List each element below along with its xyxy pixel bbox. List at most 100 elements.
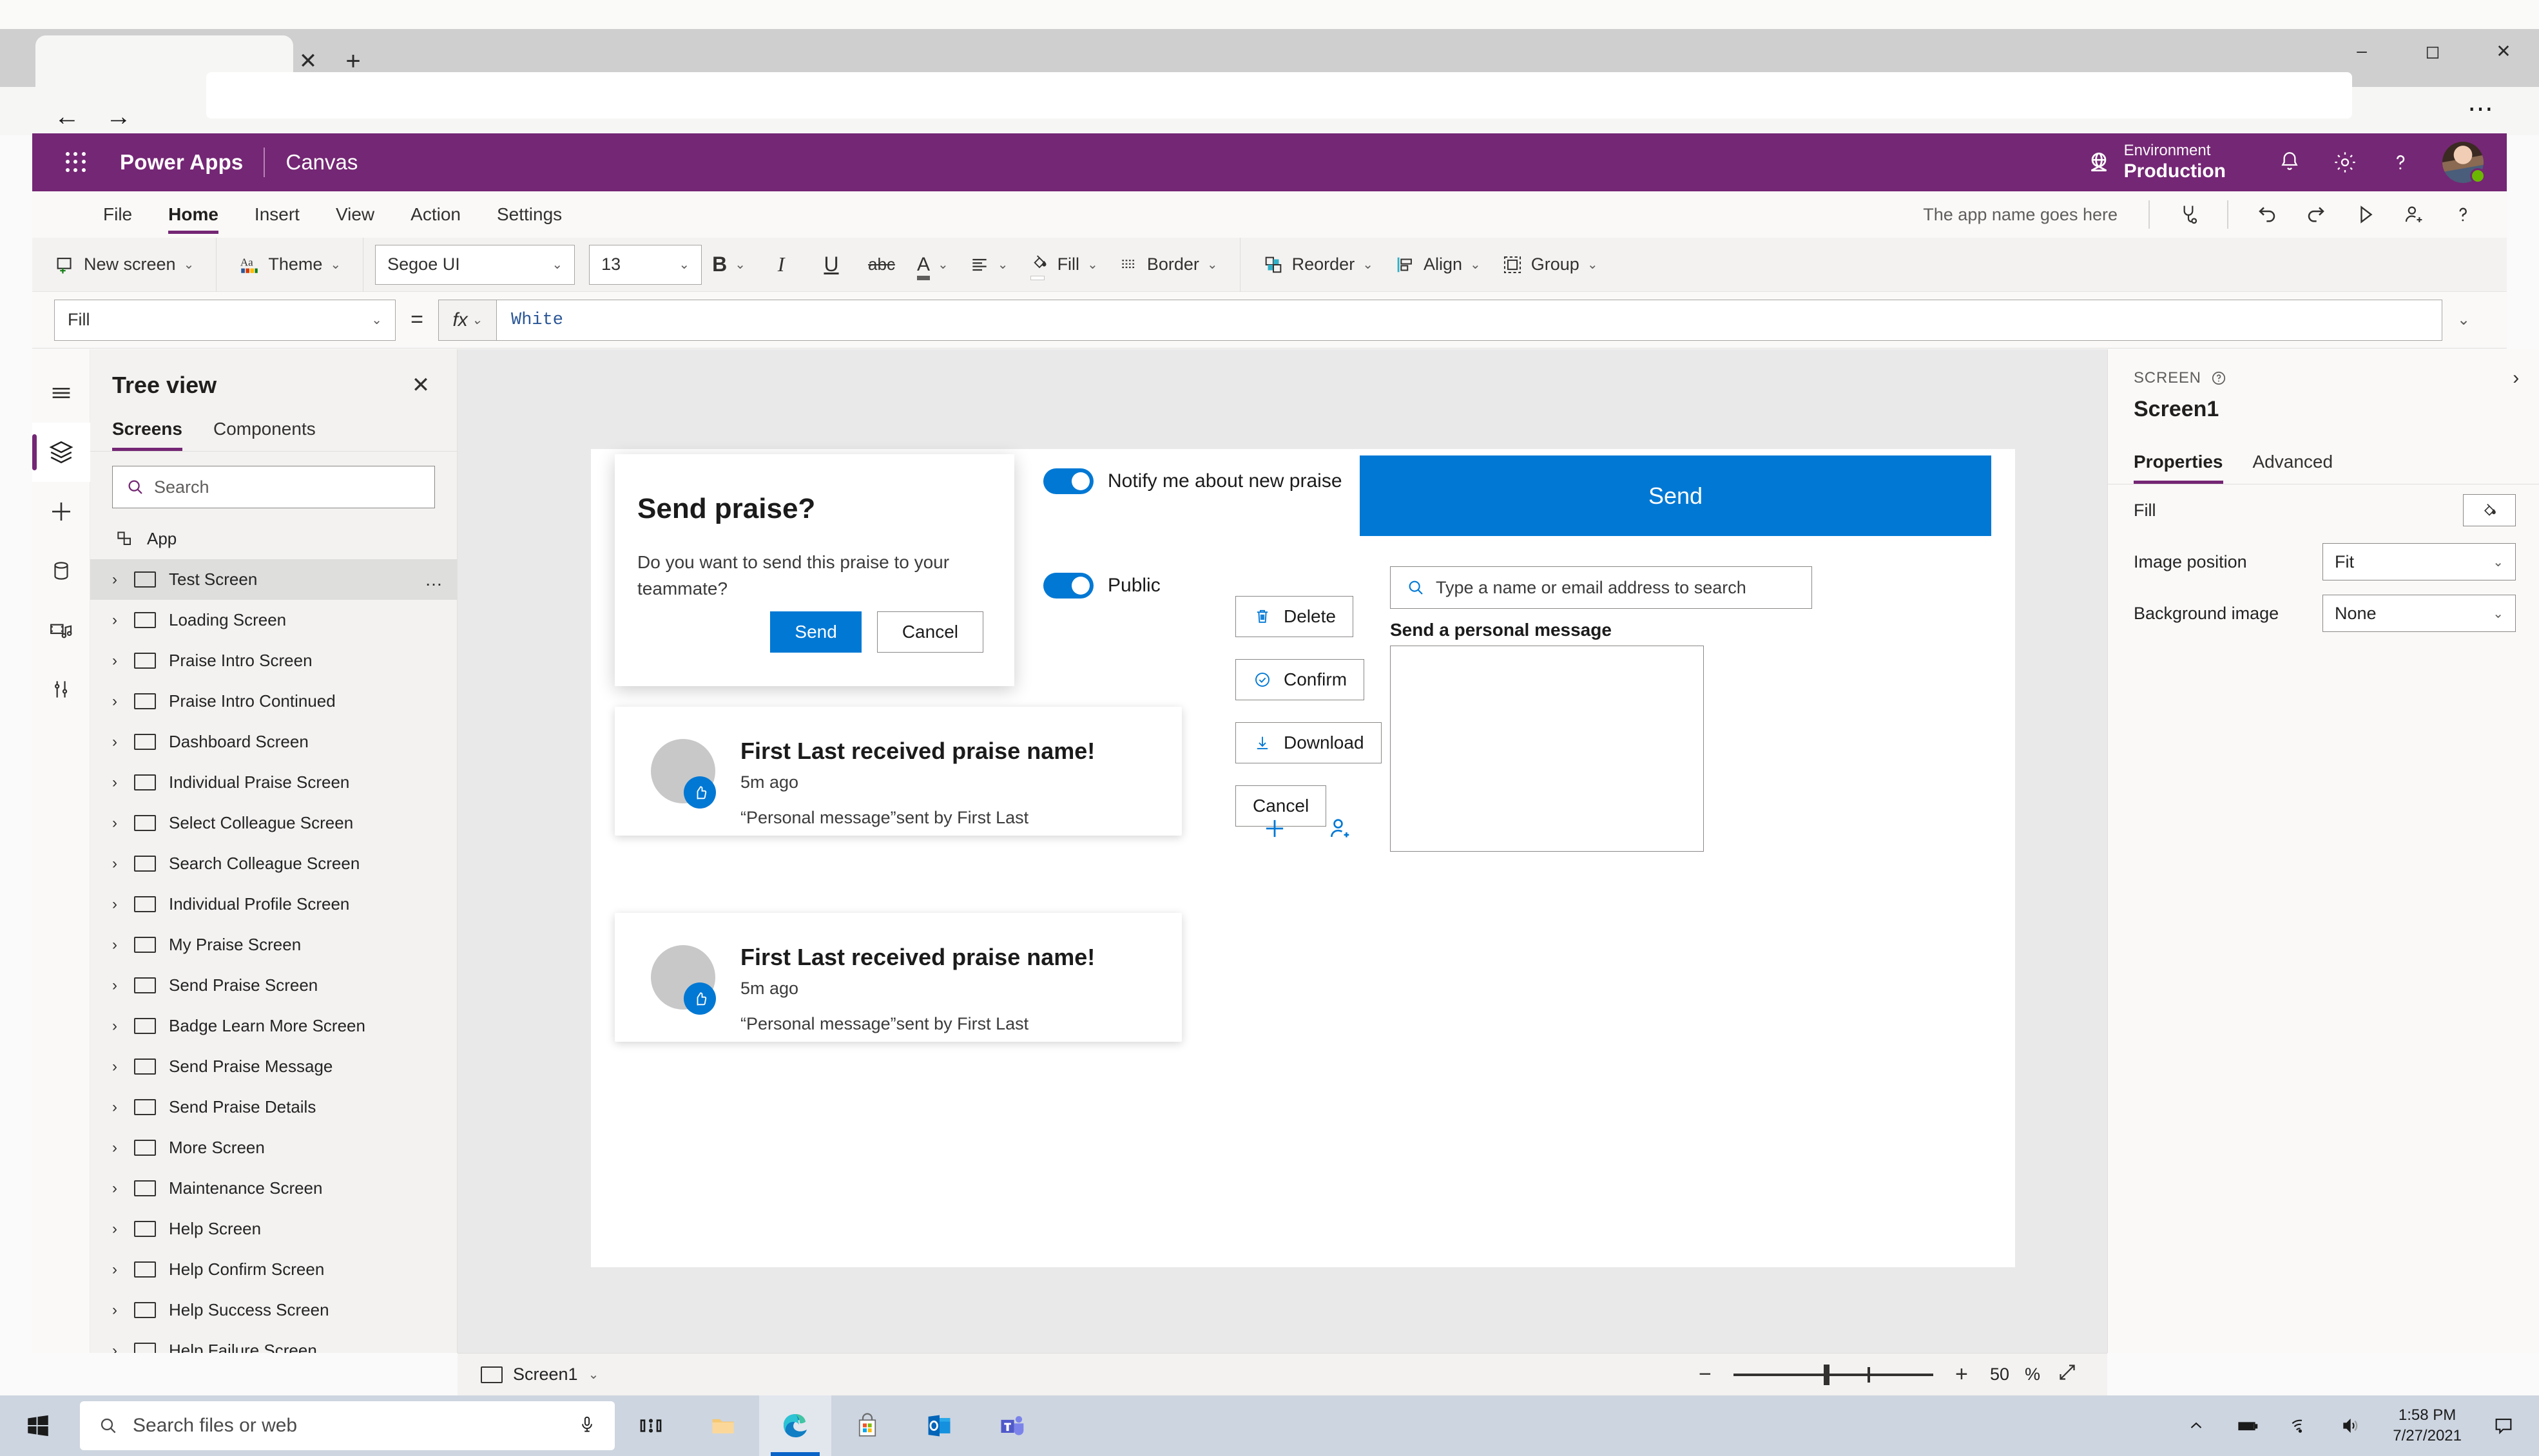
chevron-right-icon[interactable]: › <box>112 1261 134 1279</box>
tree-item-screen[interactable]: › Help Success Screen <box>90 1290 457 1330</box>
avatar[interactable] <box>2442 142 2486 184</box>
tab-settings[interactable]: Settings <box>479 191 580 238</box>
tree-item-screen[interactable]: › More Screen <box>90 1127 457 1168</box>
plus-icon[interactable]: + <box>1949 1362 1974 1387</box>
action-center-icon[interactable] <box>2480 1395 2527 1456</box>
minimize-icon[interactable]: – <box>2326 31 2397 71</box>
tree-item-screen[interactable]: › Maintenance Screen <box>90 1168 457 1209</box>
windows-logo-icon[interactable] <box>0 1395 76 1456</box>
tree-item-screen[interactable]: › Help Failure Screen <box>90 1330 457 1353</box>
tab-advanced[interactable]: Advanced <box>2253 445 2341 484</box>
chevron-right-icon[interactable]: › <box>112 1301 134 1319</box>
italic-button[interactable]: I <box>756 245 806 285</box>
chevron-right-icon[interactable]: › <box>112 1139 134 1157</box>
tree-item-screen[interactable]: › Test Screen… <box>90 559 457 600</box>
tree-item-screen[interactable]: › Send Praise Screen <box>90 965 457 1006</box>
strikethrough-button[interactable]: abc <box>856 245 907 285</box>
redo-icon[interactable] <box>2292 195 2341 235</box>
bold-button[interactable]: B ⌄ <box>702 245 756 285</box>
expand-diagonal-icon[interactable] <box>2056 1361 2079 1389</box>
gear-icon[interactable] <box>2317 135 2373 190</box>
tree-item-screen[interactable]: › Loading Screen <box>90 600 457 640</box>
tab-view[interactable]: View <box>318 191 392 238</box>
chevron-right-icon[interactable]: › <box>112 774 134 792</box>
tree-item-screen[interactable]: › Help Confirm Screen <box>90 1249 457 1290</box>
chevron-right-icon[interactable]: › <box>112 1220 134 1238</box>
background-image-select[interactable]: None ⌄ <box>2322 595 2516 632</box>
zoom-slider[interactable] <box>1733 1364 1933 1385</box>
dialog-cancel-button[interactable]: Cancel <box>876 611 983 653</box>
font-family-select[interactable]: Segoe UI ⌄ <box>375 244 575 285</box>
tree-view-layers-icon[interactable] <box>32 423 90 482</box>
tree-item-screen[interactable]: › Dashboard Screen <box>90 722 457 762</box>
reorder-button[interactable]: Reorder ⌄ <box>1252 245 1384 285</box>
tab-home[interactable]: Home <box>150 191 237 238</box>
delete-button[interactable]: Delete <box>1235 596 1353 637</box>
chevron-right-icon[interactable]: › <box>112 1342 134 1354</box>
screen-selector[interactable]: Screen1 ⌄ <box>458 1365 599 1384</box>
formula-input[interactable]: White <box>496 299 2442 341</box>
chevron-right-icon[interactable]: › <box>112 1058 134 1076</box>
app-screen-canvas[interactable]: Send praise? Do you want to send this pr… <box>591 449 2015 1267</box>
confirm-button[interactable]: Confirm <box>1235 659 1365 700</box>
more-options-icon[interactable]: … <box>425 570 444 590</box>
tree-item-screen[interactable]: › Send Praise Details <box>90 1087 457 1127</box>
chevron-right-icon[interactable]: › <box>112 896 134 914</box>
image-position-select[interactable]: Fit ⌄ <box>2322 543 2516 580</box>
fill-color-picker[interactable] <box>2463 494 2516 526</box>
praise-card[interactable]: First Last received praise name! 5m ago … <box>615 913 1182 1042</box>
tab-action[interactable]: Action <box>392 191 479 238</box>
add-plus-icon[interactable] <box>1261 815 1288 845</box>
chevron-right-icon[interactable]: › <box>112 652 134 670</box>
insert-plus-icon[interactable] <box>32 482 90 541</box>
zoom-slider-thumb[interactable] <box>1823 1364 1829 1385</box>
outlook-icon[interactable] <box>903 1395 976 1456</box>
dialog-send-button[interactable]: Send <box>770 611 862 653</box>
ellipsis-icon[interactable]: ⋯ <box>2462 90 2500 128</box>
tree-item-screen[interactable]: › Search Colleague Screen <box>90 843 457 884</box>
tree-item-screen[interactable]: › Individual Profile Screen <box>90 884 457 924</box>
minus-icon[interactable]: − <box>1692 1362 1718 1387</box>
tab-components[interactable]: Components <box>213 410 326 451</box>
environment-picker[interactable]: Environment Production <box>2084 142 2226 184</box>
chevron-right-icon[interactable]: › <box>112 814 134 832</box>
windows-search-input[interactable]: Search files or web <box>80 1401 615 1450</box>
tab-file[interactable]: File <box>85 191 150 238</box>
theme-button[interactable]: Aa Theme ⌄ <box>228 245 351 285</box>
people-search-input[interactable]: Type a name or email address to search <box>1390 566 1812 609</box>
tree-item-screen[interactable]: › Badge Learn More Screen <box>90 1006 457 1046</box>
chevron-down-icon[interactable]: ⌄ <box>2442 300 2485 341</box>
fill-button[interactable]: Fill ⌄ <box>1019 245 1108 285</box>
tree-item-screen[interactable]: › Help Screen <box>90 1209 457 1249</box>
microphone-icon[interactable] <box>577 1415 597 1437</box>
arrow-left-icon[interactable]: ← <box>48 99 86 135</box>
help-icon[interactable] <box>2438 195 2487 235</box>
tree-item-screen[interactable]: › My Praise Screen <box>90 924 457 965</box>
chevron-right-icon[interactable]: › <box>112 733 134 751</box>
tab-properties[interactable]: Properties <box>2134 445 2231 484</box>
chevron-right-icon[interactable]: › <box>112 693 134 711</box>
hamburger-menu-icon[interactable] <box>32 363 90 423</box>
undo-icon[interactable] <box>2243 195 2292 235</box>
praise-card[interactable]: First Last received praise name! 5m ago … <box>615 707 1182 836</box>
chevron-right-icon[interactable]: › <box>112 977 134 995</box>
chevron-right-icon[interactable]: › <box>112 1180 134 1198</box>
file-explorer-icon[interactable] <box>687 1395 759 1456</box>
group-button[interactable]: Group ⌄ <box>1491 245 1608 285</box>
tree-item-screen[interactable]: › Send Praise Message <box>90 1046 457 1087</box>
property-select[interactable]: Fill ⌄ <box>54 299 396 341</box>
clock[interactable]: 1:58 PM 7/27/2021 <box>2379 1405 2476 1447</box>
tab-insert[interactable]: Insert <box>237 191 318 238</box>
chevron-right-icon[interactable]: › <box>112 571 134 589</box>
show-hidden-icons-icon[interactable] <box>2172 1395 2220 1456</box>
tab-screens[interactable]: Screens <box>112 410 193 451</box>
border-button[interactable]: Border ⌄ <box>1108 245 1228 285</box>
question-icon[interactable] <box>2373 135 2428 190</box>
tree-item-screen[interactable]: › Praise Intro Continued <box>90 681 457 722</box>
send-button[interactable]: Send <box>1360 455 1991 536</box>
advanced-tools-icon[interactable] <box>32 660 90 719</box>
data-cylinder-icon[interactable] <box>32 541 90 600</box>
app-checker-icon[interactable] <box>2164 195 2213 235</box>
search-input[interactable]: Search <box>112 466 435 508</box>
app-launcher-icon[interactable] <box>59 146 93 179</box>
